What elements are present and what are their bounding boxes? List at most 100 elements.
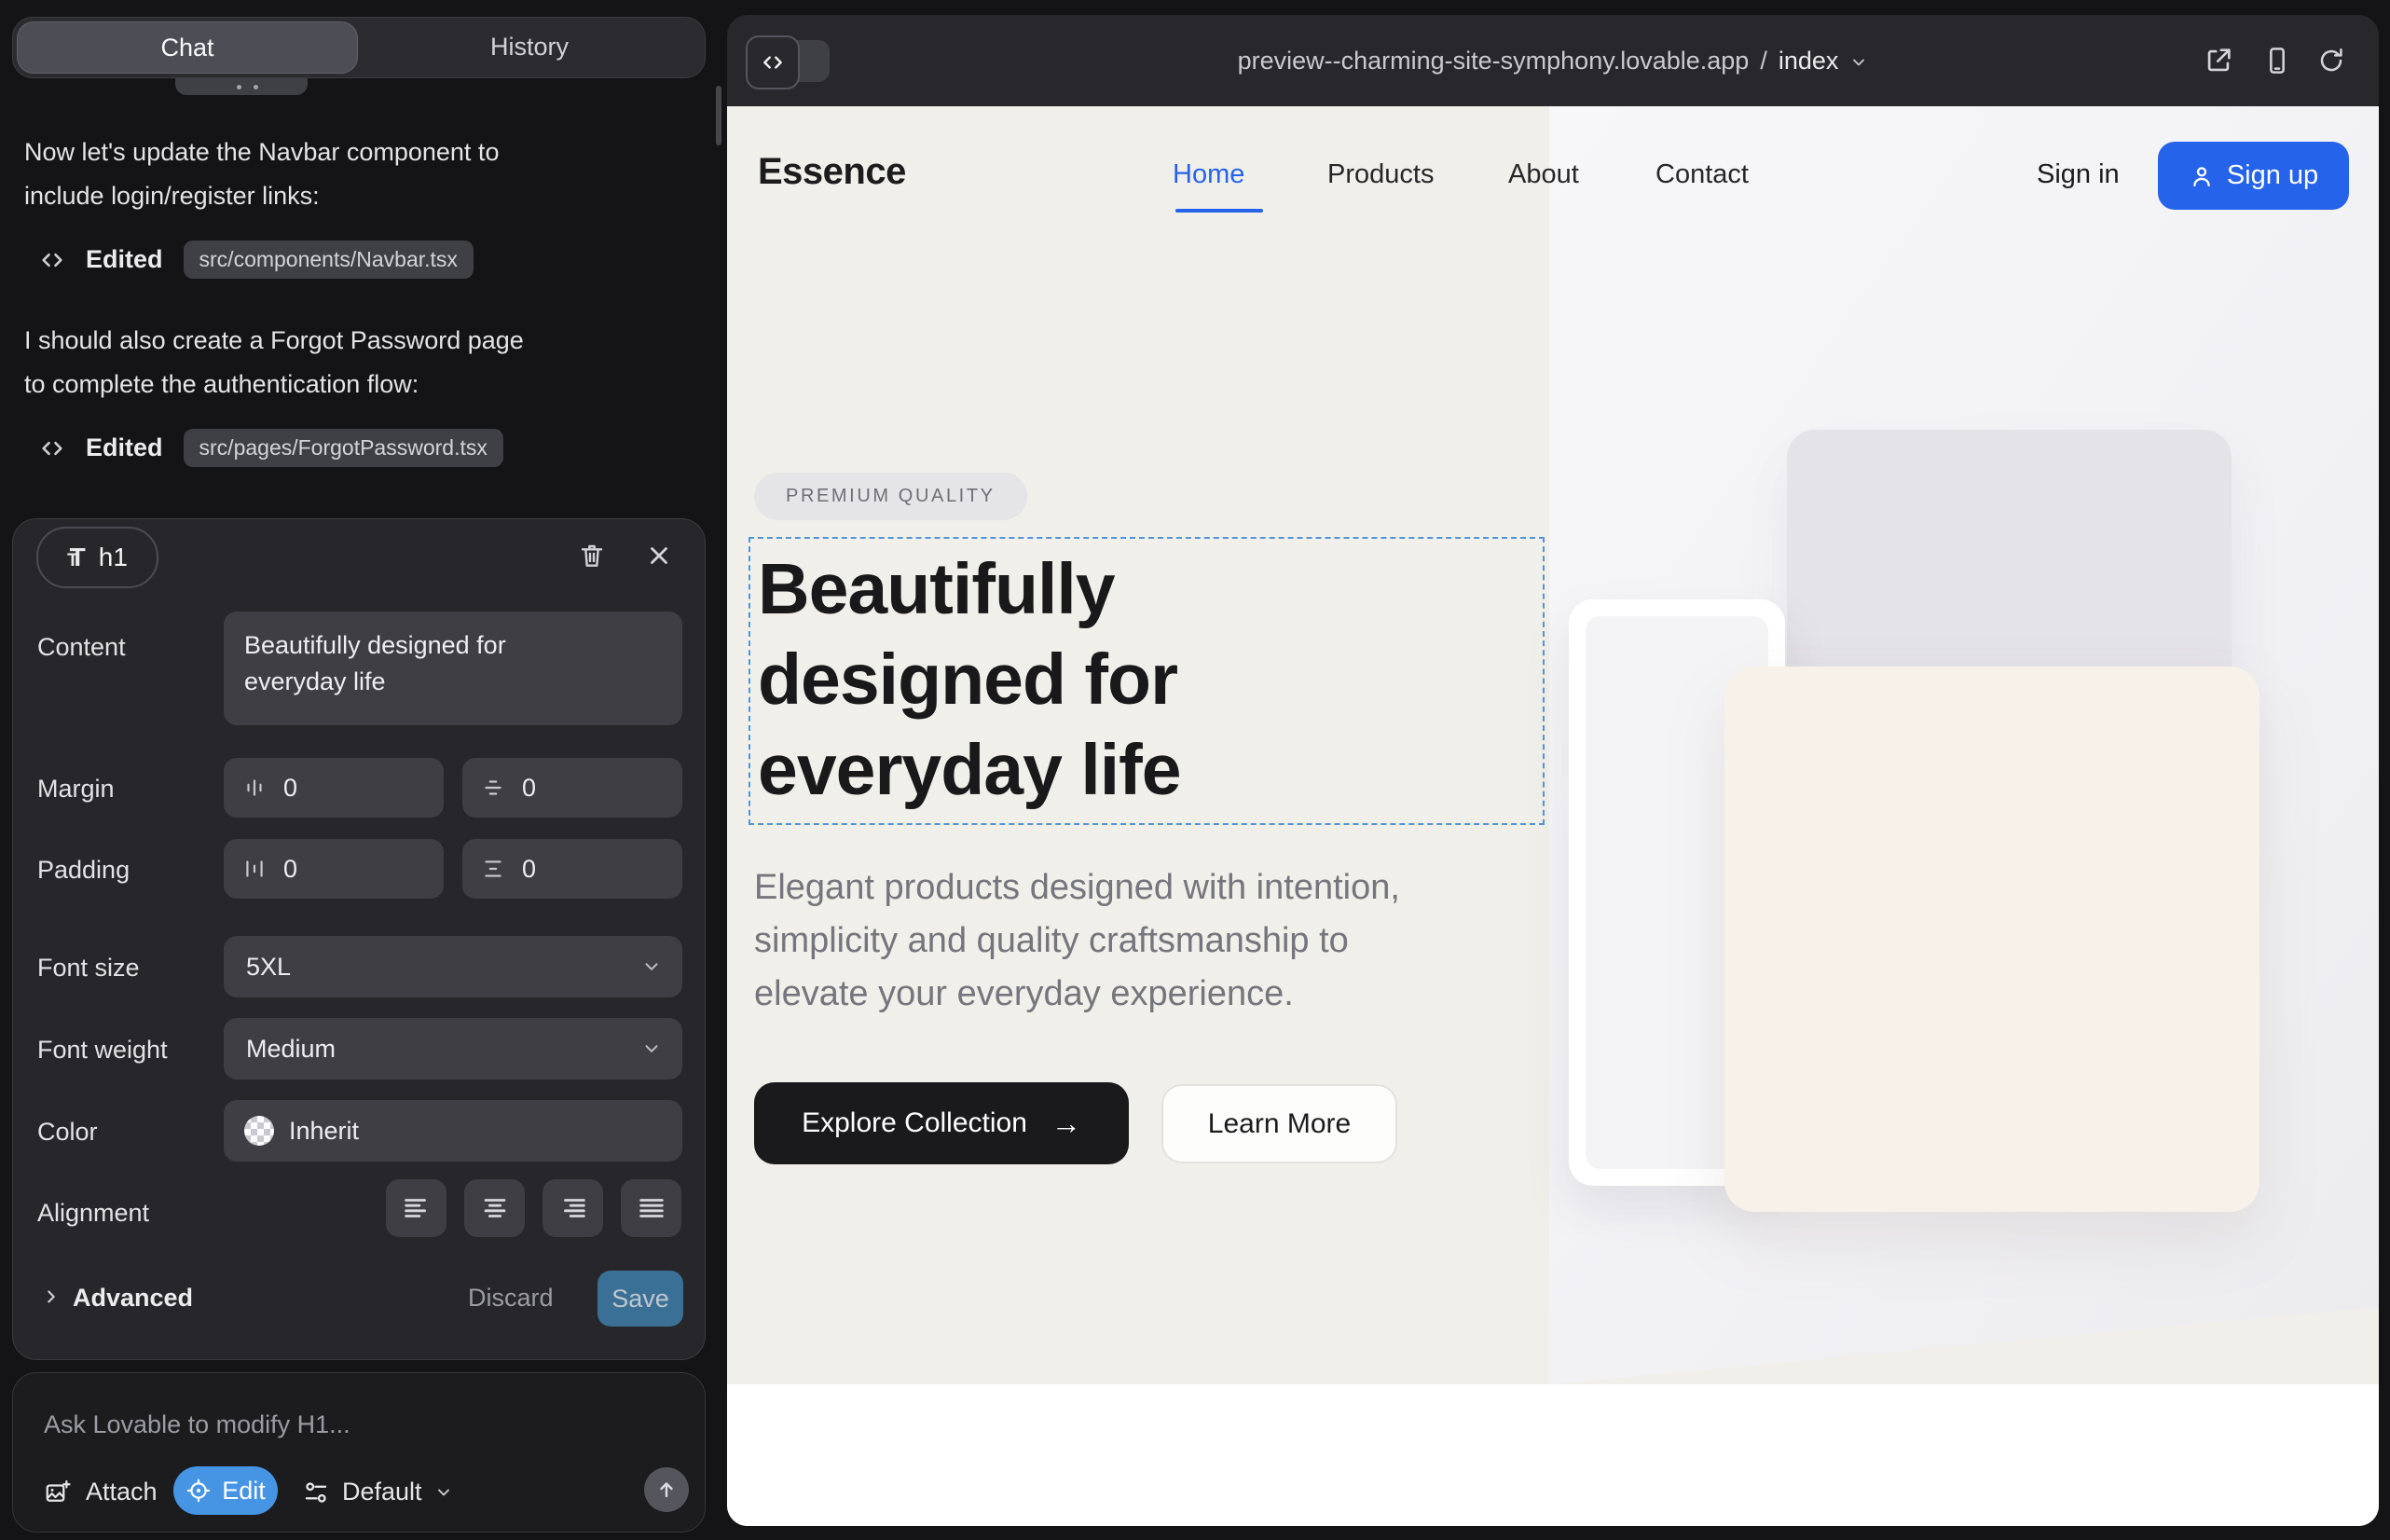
element-tag-badge[interactable]: TT h1	[36, 527, 158, 588]
element-inspector-panel: TT h1 Content Beautifully designed for e…	[12, 518, 706, 1360]
tab-chat[interactable]: Chat	[17, 21, 358, 74]
align-right-icon	[557, 1192, 589, 1224]
edited-file-row[interactable]: Edited src/pages/ForgotPassword.tsx	[39, 429, 503, 467]
margin-horizontal-icon	[242, 776, 267, 800]
learn-more-button[interactable]: Learn More	[1161, 1084, 1397, 1163]
chevron-down-icon	[434, 1483, 453, 1502]
person-icon	[2189, 163, 2215, 189]
font-weight-value: Medium	[246, 1035, 336, 1064]
align-center-button[interactable]	[464, 1179, 525, 1237]
tab-history[interactable]: History	[360, 21, 699, 72]
code-icon	[39, 247, 65, 273]
align-justify-button[interactable]	[621, 1179, 681, 1237]
chevron-down-icon	[641, 956, 662, 977]
edited-file-row[interactable]: Edited src/components/Navbar.tsx	[39, 241, 474, 279]
chevron-down-icon	[641, 1038, 662, 1059]
align-left-button[interactable]	[386, 1179, 446, 1237]
assistant-message: I should also create a Forgot Password p…	[24, 319, 546, 406]
sign-up-button[interactable]: Sign up	[2158, 142, 2349, 210]
discard-button[interactable]: Discard	[468, 1284, 554, 1313]
default-label: Default	[342, 1478, 422, 1506]
margin-x-value: 0	[283, 774, 297, 803]
align-justify-icon	[636, 1192, 667, 1224]
fragment-dot	[254, 85, 258, 89]
edited-label: Edited	[86, 245, 163, 274]
hero-heading[interactable]: Beautifully designed for everyday life	[758, 544, 1181, 816]
margin-y-input[interactable]: 0	[462, 758, 682, 818]
default-model-button[interactable]: Default	[302, 1478, 453, 1506]
premium-quality-badge: PREMIUM QUALITY	[754, 473, 1027, 520]
font-size-label: Font size	[37, 954, 140, 983]
attach-label: Attach	[86, 1478, 158, 1506]
tag-name: h1	[99, 543, 128, 572]
color-select[interactable]: Inherit	[224, 1100, 682, 1162]
heading-line: everyday life	[758, 725, 1181, 816]
margin-label: Margin	[37, 775, 115, 804]
mobile-view-icon[interactable]	[2262, 44, 2292, 77]
sign-up-label: Sign up	[2227, 160, 2318, 191]
url-bar[interactable]: preview--charming-site-symphony.lovable.…	[727, 15, 2379, 106]
delete-element-icon[interactable]	[577, 540, 607, 571]
composer-input[interactable]: Ask Lovable to modify H1...	[44, 1410, 350, 1439]
chevron-down-icon	[1849, 53, 1868, 72]
padding-label: Padding	[37, 856, 130, 885]
file-path-badge[interactable]: src/pages/ForgotPassword.tsx	[184, 429, 503, 467]
open-in-new-tab-icon[interactable]	[2203, 45, 2234, 76]
color-label: Color	[37, 1118, 98, 1147]
save-button[interactable]: Save	[598, 1271, 683, 1327]
nav-link-contact[interactable]: Contact	[1655, 159, 1749, 190]
edit-label: Edit	[222, 1477, 266, 1506]
preview-url: preview--charming-site-symphony.lovable.…	[1238, 47, 1750, 76]
attach-button[interactable]: Attach	[44, 1478, 158, 1506]
hero-paragraph: Elegant products designed with intention…	[754, 861, 1416, 1021]
file-path-badge[interactable]: src/components/Navbar.tsx	[184, 241, 474, 279]
chat-history-tabbar: Chat History	[12, 17, 706, 78]
nav-link-home[interactable]: Home	[1173, 159, 1244, 190]
site-logo[interactable]: Essence	[758, 151, 906, 193]
nav-link-products[interactable]: Products	[1327, 159, 1434, 190]
send-button[interactable]	[644, 1467, 689, 1512]
content-label: Content	[37, 633, 126, 662]
advanced-toggle[interactable]: Advanced	[73, 1284, 193, 1313]
target-icon	[185, 1478, 212, 1504]
font-weight-label: Font weight	[37, 1036, 168, 1065]
next-section-background	[727, 1384, 2379, 1526]
font-size-select[interactable]: 5XL	[224, 936, 682, 997]
edit-mode-button[interactable]: Edit	[173, 1466, 278, 1515]
arrow-right-icon: →	[1051, 1107, 1081, 1141]
preview-browser-frame: preview--charming-site-symphony.lovable.…	[727, 15, 2379, 1526]
assistant-message: Now let's update the Navbar component to…	[24, 131, 546, 218]
nav-link-about[interactable]: About	[1508, 159, 1579, 190]
content-value: Beautifully designed for everyday life	[244, 627, 580, 700]
close-icon[interactable]	[645, 542, 673, 570]
site-viewport: Essence Home Products About Contact Sign…	[727, 106, 2379, 1526]
fragment-dot	[237, 85, 241, 89]
margin-vertical-icon	[481, 776, 505, 800]
heading-line: Beautifully	[758, 544, 1181, 635]
padding-y-value: 0	[522, 855, 536, 884]
font-size-value: 5XL	[246, 953, 291, 982]
padding-y-input[interactable]: 0	[462, 839, 682, 899]
chat-scrollbar[interactable]	[716, 86, 721, 145]
transparent-color-swatch	[244, 1116, 274, 1146]
url-page: index	[1779, 47, 1839, 76]
sign-in-link[interactable]: Sign in	[2037, 159, 2120, 190]
color-value: Inherit	[289, 1117, 359, 1146]
content-textarea[interactable]: Beautifully designed for everyday life	[224, 612, 682, 725]
font-weight-select[interactable]: Medium	[224, 1018, 682, 1079]
padding-x-input[interactable]: 0	[224, 839, 444, 899]
padding-horizontal-icon	[242, 857, 267, 881]
margin-x-input[interactable]: 0	[224, 758, 444, 818]
alignment-label: Alignment	[37, 1199, 149, 1228]
explore-label: Explore Collection	[802, 1107, 1027, 1139]
arrow-up-icon	[655, 1478, 678, 1501]
explore-collection-button[interactable]: Explore Collection →	[754, 1082, 1129, 1164]
typography-icon: TT	[67, 543, 86, 572]
prompt-composer: Ask Lovable to modify H1... Attach Edit …	[12, 1372, 706, 1533]
padding-vertical-icon	[481, 857, 505, 881]
align-left-icon	[401, 1192, 433, 1224]
refresh-icon[interactable]	[2316, 46, 2346, 76]
edited-label: Edited	[86, 433, 163, 462]
url-separator: /	[1760, 47, 1767, 76]
align-right-button[interactable]	[543, 1179, 603, 1237]
